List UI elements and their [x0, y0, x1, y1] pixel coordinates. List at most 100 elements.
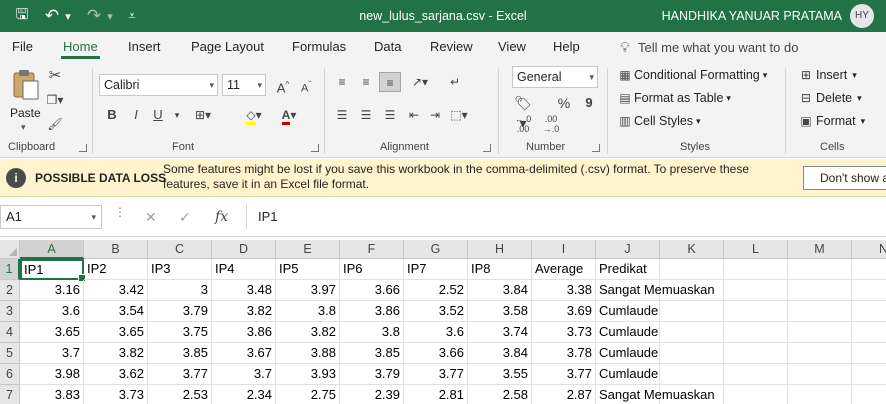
decrease-decimal-icon[interactable]: .00 →.0 [540, 114, 562, 134]
grid-cell[interactable]: 2.53 [148, 385, 212, 404]
grid-cell[interactable]: 3.85 [340, 343, 404, 364]
redo-dropdown-icon[interactable]: ▾ [104, 0, 116, 32]
grid-cell[interactable] [852, 259, 886, 280]
cell-styles-button[interactable]: ▥ Cell Styles ▾ [616, 114, 700, 128]
orientation-icon[interactable]: ↗▾ [409, 72, 431, 92]
grid-cell[interactable]: Cumlaude [596, 343, 660, 364]
save-icon[interactable]: 🖫 [10, 0, 34, 32]
insert-cells-button[interactable]: ⊞ Insert ▾ [796, 68, 857, 82]
grid-cell[interactable] [660, 343, 724, 364]
customize-quick-access-icon[interactable]: ⩡ [124, 0, 140, 32]
grid-cell[interactable]: 2.52 [404, 280, 468, 301]
grid-cell[interactable]: 3.73 [532, 322, 596, 343]
align-right-icon[interactable]: ☰ [379, 105, 401, 125]
column-header-d[interactable]: D [212, 240, 276, 259]
user-name[interactable]: HANDHIKA YANUAR PRATAMA [662, 0, 842, 32]
tell-me-search[interactable]: 💡︎ Tell me what you want to do [620, 32, 798, 62]
formula-input[interactable]: IP1 [246, 205, 886, 229]
grid-cell[interactable]: 3.82 [276, 322, 340, 343]
grid-cell[interactable]: 3.8 [340, 322, 404, 343]
number-format-select[interactable]: General ▾ [512, 66, 598, 88]
grid-cell[interactable]: IP8 [468, 259, 532, 280]
grid-cell[interactable]: 3.67 [212, 343, 276, 364]
grid-cell[interactable]: IP6 [340, 259, 404, 280]
column-header-h[interactable]: H [468, 240, 532, 259]
grid-cell[interactable]: 3.7 [20, 343, 84, 364]
alignment-launcher-icon[interactable] [483, 144, 491, 152]
grid-cell[interactable] [852, 322, 886, 343]
delete-cells-button[interactable]: ⊟ Delete ▾ [796, 91, 862, 105]
grid-cell[interactable]: IP3 [148, 259, 212, 280]
grid-cell[interactable] [724, 385, 788, 404]
grid-cell[interactable] [788, 301, 852, 322]
grid-cell[interactable] [852, 385, 886, 404]
undo-dropdown-icon[interactable]: ▾ [62, 0, 74, 32]
grid-cell[interactable]: 3.86 [340, 301, 404, 322]
grid-cell[interactable] [788, 280, 852, 301]
grid-cell[interactable]: 3.48 [212, 280, 276, 301]
grid-cell[interactable]: 3.88 [276, 343, 340, 364]
column-header-c[interactable]: C [148, 240, 212, 259]
formula-bar-grip-icon[interactable]: ⋮ [114, 206, 126, 218]
grid-cell[interactable]: 3.97 [276, 280, 340, 301]
align-bottom-icon[interactable]: ≡ [379, 72, 401, 92]
tab-insert[interactable]: Insert [128, 32, 161, 62]
format-cells-button[interactable]: ▣ Format ▾ [796, 114, 865, 128]
clipboard-launcher-icon[interactable] [79, 144, 87, 152]
increase-indent-icon[interactable]: ⇥ [424, 105, 446, 125]
decrease-indent-icon[interactable]: ⇤ [403, 105, 425, 125]
grid-cell[interactable]: 3.82 [212, 301, 276, 322]
grid-cell[interactable]: 2.58 [468, 385, 532, 404]
currency-icon[interactable]: 🏷︎▾ [512, 93, 534, 131]
grid-cell[interactable]: IP5 [276, 259, 340, 280]
grid-cell[interactable]: 3.75 [148, 322, 212, 343]
grid-cell[interactable]: 2.34 [212, 385, 276, 404]
row-header-2[interactable]: 2 [0, 280, 20, 301]
column-header-e[interactable]: E [276, 240, 340, 259]
grid-cell[interactable]: 3.7 [212, 364, 276, 385]
tab-review[interactable]: Review [430, 32, 473, 62]
grid-cell[interactable] [788, 343, 852, 364]
copy-icon[interactable]: ❐▾ [44, 90, 66, 110]
grid-cell[interactable]: 3.79 [340, 364, 404, 385]
column-header-m[interactable]: M [788, 240, 852, 259]
tab-help[interactable]: Help [553, 32, 580, 62]
merge-center-icon[interactable]: ⬚▾ [448, 105, 470, 125]
grid-cell[interactable] [660, 301, 724, 322]
undo-icon[interactable]: ↶ [42, 0, 62, 32]
tab-data[interactable]: Data [374, 32, 401, 62]
column-header-a[interactable]: A [20, 240, 84, 259]
grid-cell[interactable]: 3.83 [20, 385, 84, 404]
borders-icon[interactable]: ⊞▾ [192, 105, 214, 125]
column-header-l[interactable]: L [724, 240, 788, 259]
grid-cell[interactable]: 2.81 [404, 385, 468, 404]
format-as-table-button[interactable]: ▤ Format as Table ▾ [616, 91, 731, 105]
grid-cell[interactable] [852, 343, 886, 364]
grid-cell[interactable]: 3.62 [84, 364, 148, 385]
conditional-formatting-button[interactable]: ▦ Conditional Formatting ▾ [616, 68, 767, 82]
select-all-button[interactable] [0, 240, 20, 259]
italic-button[interactable]: I [125, 105, 147, 125]
row-header-4[interactable]: 4 [0, 322, 20, 343]
grid-cell[interactable] [660, 322, 724, 343]
avatar[interactable]: HY [850, 4, 874, 28]
column-header-i[interactable]: I [532, 240, 596, 259]
grid-cell[interactable]: 3.85 [148, 343, 212, 364]
format-painter-icon[interactable]: 🖌︎ [44, 114, 66, 134]
grid-cell[interactable]: 3.8 [276, 301, 340, 322]
column-header-j[interactable]: J [596, 240, 660, 259]
grid-cell[interactable]: 2.87 [532, 385, 596, 404]
grid-cell[interactable]: 3.66 [340, 280, 404, 301]
column-header-k[interactable]: K [660, 240, 724, 259]
align-center-icon[interactable]: ☰ [355, 105, 377, 125]
grid-cell[interactable]: 3.52 [404, 301, 468, 322]
number-launcher-icon[interactable] [592, 144, 600, 152]
grid-cell[interactable] [724, 259, 788, 280]
grid-cell[interactable]: IP7 [404, 259, 468, 280]
grid-cell[interactable]: 3.77 [404, 364, 468, 385]
row-header-3[interactable]: 3 [0, 301, 20, 322]
grid-cell[interactable] [852, 364, 886, 385]
dont-show-again-button[interactable]: Don't show again [803, 166, 886, 190]
font-launcher-icon[interactable] [311, 144, 319, 152]
grid-cell[interactable]: 3.78 [532, 343, 596, 364]
